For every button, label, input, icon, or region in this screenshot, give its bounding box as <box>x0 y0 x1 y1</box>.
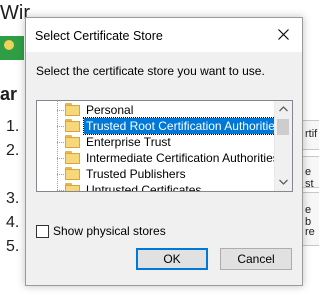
store-item-label: Untrusted Certificates <box>86 183 202 192</box>
scroll-down-button[interactable] <box>275 174 292 191</box>
store-item-label: Trusted Root Certification Authorities <box>83 117 284 135</box>
background-text-fragment: rtif <box>305 128 318 140</box>
folder-icon <box>65 167 81 180</box>
background-step-number: 4. <box>6 214 20 231</box>
tree-connector <box>57 110 65 111</box>
scroll-up-button[interactable] <box>275 101 292 118</box>
chevron-down-icon <box>279 179 288 185</box>
background-step-number: 2. <box>6 142 20 159</box>
close-icon <box>278 29 289 40</box>
certificate-store-list[interactable]: Personal Trusted Root Certification Auth… <box>36 100 293 192</box>
folder-icon <box>65 151 81 164</box>
scroll-thumb[interactable] <box>277 119 289 135</box>
store-item-label: Intermediate Certification Authorities <box>86 151 279 165</box>
tree-connector-line <box>57 101 58 191</box>
background-text-fragment: re <box>305 226 315 238</box>
show-physical-stores-label[interactable]: Show physical stores <box>53 224 166 238</box>
ok-button[interactable]: OK <box>136 248 208 270</box>
folder-icon <box>65 183 81 191</box>
cancel-button[interactable]: Cancel <box>220 248 292 270</box>
list-scrollbar[interactable] <box>274 101 292 191</box>
background-page-left: Wir ar 1. 2. 3. 4. 5. <box>0 0 30 299</box>
dialog-prompt: Select the certificate store you want to… <box>36 64 265 78</box>
store-item-label: Trusted Publishers <box>86 167 186 181</box>
background-step-number: 5. <box>6 238 20 255</box>
background-step-number: 1. <box>6 118 20 135</box>
background-text-fragment: e b <box>305 204 312 228</box>
tree-connector <box>57 174 65 175</box>
store-item-label: Enterprise Trust <box>86 135 171 149</box>
background-green-badge <box>0 36 24 60</box>
select-certificate-store-dialog: Select Certificate Store Select the cert… <box>25 17 303 286</box>
dialog-titlebar[interactable]: Select Certificate Store <box>26 18 302 52</box>
chevron-up-icon <box>279 106 288 112</box>
store-item-label: Personal <box>86 103 134 117</box>
folder-icon <box>65 119 81 132</box>
background-text-fragment: e st <box>305 166 314 190</box>
tree-connector <box>57 142 65 143</box>
tree-connector <box>57 158 65 159</box>
folder-icon <box>65 135 81 148</box>
close-button[interactable] <box>266 18 302 52</box>
background-step-number: 3. <box>6 190 20 207</box>
key-icon <box>4 40 14 50</box>
background-heading-fragment: ar <box>0 84 18 104</box>
tree-connector <box>57 190 65 191</box>
folder-icon <box>65 103 81 116</box>
dialog-title: Select Certificate Store <box>35 29 163 43</box>
tree-connector <box>57 126 65 127</box>
show-physical-stores-checkbox[interactable] <box>36 225 49 238</box>
